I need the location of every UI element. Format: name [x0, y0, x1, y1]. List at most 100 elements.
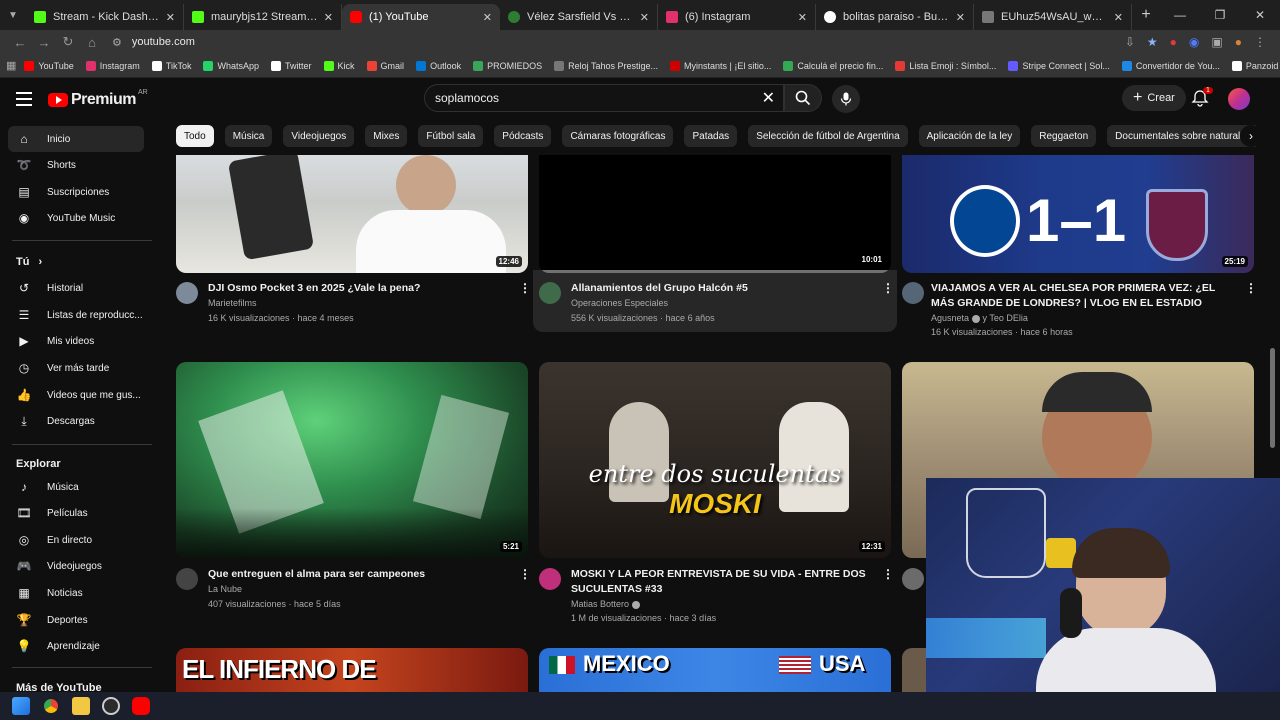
sidebar-item[interactable]: ▤ Suscripciones: [8, 179, 144, 205]
more-options-icon[interactable]: ⋮: [519, 567, 531, 581]
close-tab-icon[interactable]: ✕: [798, 11, 807, 24]
chips-next-icon[interactable]: ›: [1240, 125, 1262, 147]
browser-tab[interactable]: (6) Instagram ✕: [658, 4, 816, 30]
close-tab-icon[interactable]: ✕: [640, 11, 649, 24]
sidebar-item[interactable]: ⤓ Descargas: [8, 408, 144, 434]
home-nav-icon[interactable]: ⌂: [80, 35, 104, 50]
sidebar-item[interactable]: ▶ Mis videos: [8, 328, 144, 354]
sidebar-item[interactable]: ◉ YouTube Music: [8, 205, 144, 231]
sidebar-item[interactable]: ◷ Ver más tarde: [8, 355, 144, 381]
channel-name[interactable]: Agusneta y Teo DElia: [931, 313, 1028, 323]
chrome-icon[interactable]: [42, 697, 60, 715]
extension-icon[interactable]: ◉: [1189, 35, 1199, 49]
sidebar-item[interactable]: 👍 Videos que me gus...: [8, 382, 144, 408]
voice-search-button[interactable]: [832, 85, 860, 113]
filter-chip[interactable]: Selección de fútbol de Argentina: [748, 125, 908, 147]
filter-chip[interactable]: Aplicación de la ley: [918, 125, 1021, 147]
create-button[interactable]: + Crear: [1122, 85, 1186, 111]
close-tab-icon[interactable]: ✕: [956, 11, 965, 24]
sidebar-item[interactable]: ▦ Noticias: [8, 580, 144, 606]
notifications-button[interactable]: 1: [1191, 87, 1213, 109]
bookmark-item[interactable]: Outlook: [416, 60, 461, 71]
bookmark-item[interactable]: Twitter: [271, 60, 312, 71]
browser-tab[interactable]: Vélez Sarsfield Vs River Plate - ✕: [500, 4, 658, 30]
video-title[interactable]: Que entreguen el alma para ser campeones: [208, 567, 508, 582]
bookmark-item[interactable]: TikTok: [151, 60, 191, 71]
hamburger-menu-icon[interactable]: [16, 92, 32, 110]
sidebar-item[interactable]: ◎ En directo: [8, 527, 144, 553]
extension-icon[interactable]: ●: [1170, 35, 1177, 49]
maximize-icon[interactable]: ❐: [1200, 8, 1240, 22]
more-menu-icon[interactable]: ⋮: [1254, 35, 1266, 49]
channel-avatar[interactable]: [539, 568, 561, 590]
video-title[interactable]: VIAJAMOS A VER AL CHELSEA POR PRIMERA VE…: [931, 281, 1231, 311]
sidebar-item[interactable]: 🎮 Videojuegos: [8, 553, 144, 579]
sidebar-item[interactable]: 💡 Aprendizaje: [8, 633, 144, 659]
extensions-puzzle-icon[interactable]: ▣: [1211, 35, 1222, 49]
search-input[interactable]: soplamocos ✕: [424, 84, 784, 112]
youtube-app-icon[interactable]: [132, 697, 150, 715]
bookmark-item[interactable]: Lista Emoji : Símbol...: [895, 60, 996, 71]
profile-icon[interactable]: ●: [1235, 35, 1242, 49]
browser-tab[interactable]: bolitas paraiso - Buscar con Go ✕: [816, 4, 974, 30]
filter-chip[interactable]: Música: [224, 125, 273, 147]
search-button[interactable]: [784, 84, 822, 112]
windows-start-icon[interactable]: [12, 697, 30, 715]
apps-grid-icon[interactable]: ▦: [6, 59, 16, 72]
sidebar-section-header[interactable]: Tú ›: [16, 256, 42, 268]
close-tab-icon[interactable]: ✕: [1114, 11, 1123, 24]
video-title[interactable]: Allanamientos del Grupo Halcón #5: [571, 281, 871, 296]
filter-chip[interactable]: Documentales sobre naturaleza: [1107, 125, 1256, 147]
video-thumbnail[interactable]: EL INFIERNO DE: [176, 648, 528, 692]
sidebar-item[interactable]: ♪ Música: [8, 474, 144, 500]
close-tab-icon[interactable]: ✕: [166, 11, 175, 24]
sidebar-item[interactable]: ☰ Listas de reproducc...: [8, 302, 144, 328]
page-scrollbar[interactable]: [1270, 348, 1275, 448]
video-thumbnail[interactable]: entre dos suculentas MOSKI 12:31: [539, 362, 891, 558]
channel-name[interactable]: Marietefilms: [208, 298, 257, 308]
sidebar-item[interactable]: ↺ Historial: [8, 275, 144, 301]
channel-avatar[interactable]: [902, 282, 924, 304]
bookmark-item[interactable]: Calculá el precio fin...: [783, 60, 883, 71]
site-info-icon[interactable]: ⚙: [112, 36, 122, 49]
filter-chip[interactable]: Todo: [176, 125, 214, 147]
install-app-icon[interactable]: ⇩: [1125, 35, 1135, 49]
close-window-icon[interactable]: ✕: [1240, 8, 1280, 22]
video-thumbnail[interactable]: 5:21: [176, 362, 528, 558]
video-title[interactable]: DJI Osmo Pocket 3 en 2025 ¿Vale la pena?: [208, 281, 508, 296]
obs-icon[interactable]: [102, 697, 120, 715]
filter-chip[interactable]: Fútbol sala: [418, 125, 484, 147]
youtube-logo[interactable]: Premium AR: [48, 89, 148, 109]
close-tab-icon[interactable]: ✕: [483, 11, 492, 24]
url-field[interactable]: ⚙ youtube.com: [112, 36, 1125, 49]
bookmark-item[interactable]: Convertidor de You...: [1121, 60, 1220, 71]
channel-name[interactable]: La Nube: [208, 584, 242, 594]
bookmark-item[interactable]: Panzoid: [1231, 60, 1278, 71]
more-options-icon[interactable]: ⋮: [1245, 281, 1257, 295]
filter-chip[interactable]: Cámaras fotográficas: [562, 125, 674, 147]
sidebar-item[interactable]: ➰ Shorts: [8, 152, 144, 178]
filter-chip[interactable]: Reggaeton: [1031, 125, 1097, 147]
video-thumbnail[interactable]: 10:01: [539, 155, 891, 273]
account-avatar[interactable]: [1228, 88, 1250, 110]
bookmark-item[interactable]: WhatsApp: [203, 60, 259, 71]
bookmark-item[interactable]: Gmail: [366, 60, 404, 71]
channel-avatar[interactable]: [902, 568, 924, 590]
minimize-icon[interactable]: —: [1160, 8, 1200, 22]
video-thumbnail[interactable]: MEXICO USA: [539, 648, 891, 692]
bookmark-item[interactable]: Reloj Tahos Prestige...: [554, 60, 658, 71]
video-thumbnail[interactable]: [902, 648, 926, 692]
channel-name[interactable]: Matias Bottero: [571, 599, 641, 609]
forward-icon[interactable]: →: [32, 35, 56, 50]
back-icon[interactable]: ←: [8, 35, 32, 50]
filter-chip[interactable]: Videojuegos: [283, 125, 355, 147]
bookmark-star-icon[interactable]: ★: [1147, 35, 1158, 49]
sidebar-item[interactable]: 🎞 Películas: [8, 500, 144, 526]
sidebar-item[interactable]: ⌂ Inicio: [8, 126, 144, 152]
reload-icon[interactable]: ↻: [56, 34, 80, 50]
filter-chip[interactable]: Mixes: [365, 125, 408, 147]
channel-avatar[interactable]: [176, 568, 198, 590]
bookmark-item[interactable]: Kick: [323, 60, 355, 71]
video-thumbnail[interactable]: 12:46: [176, 155, 528, 273]
clear-search-icon[interactable]: ✕: [762, 88, 775, 108]
